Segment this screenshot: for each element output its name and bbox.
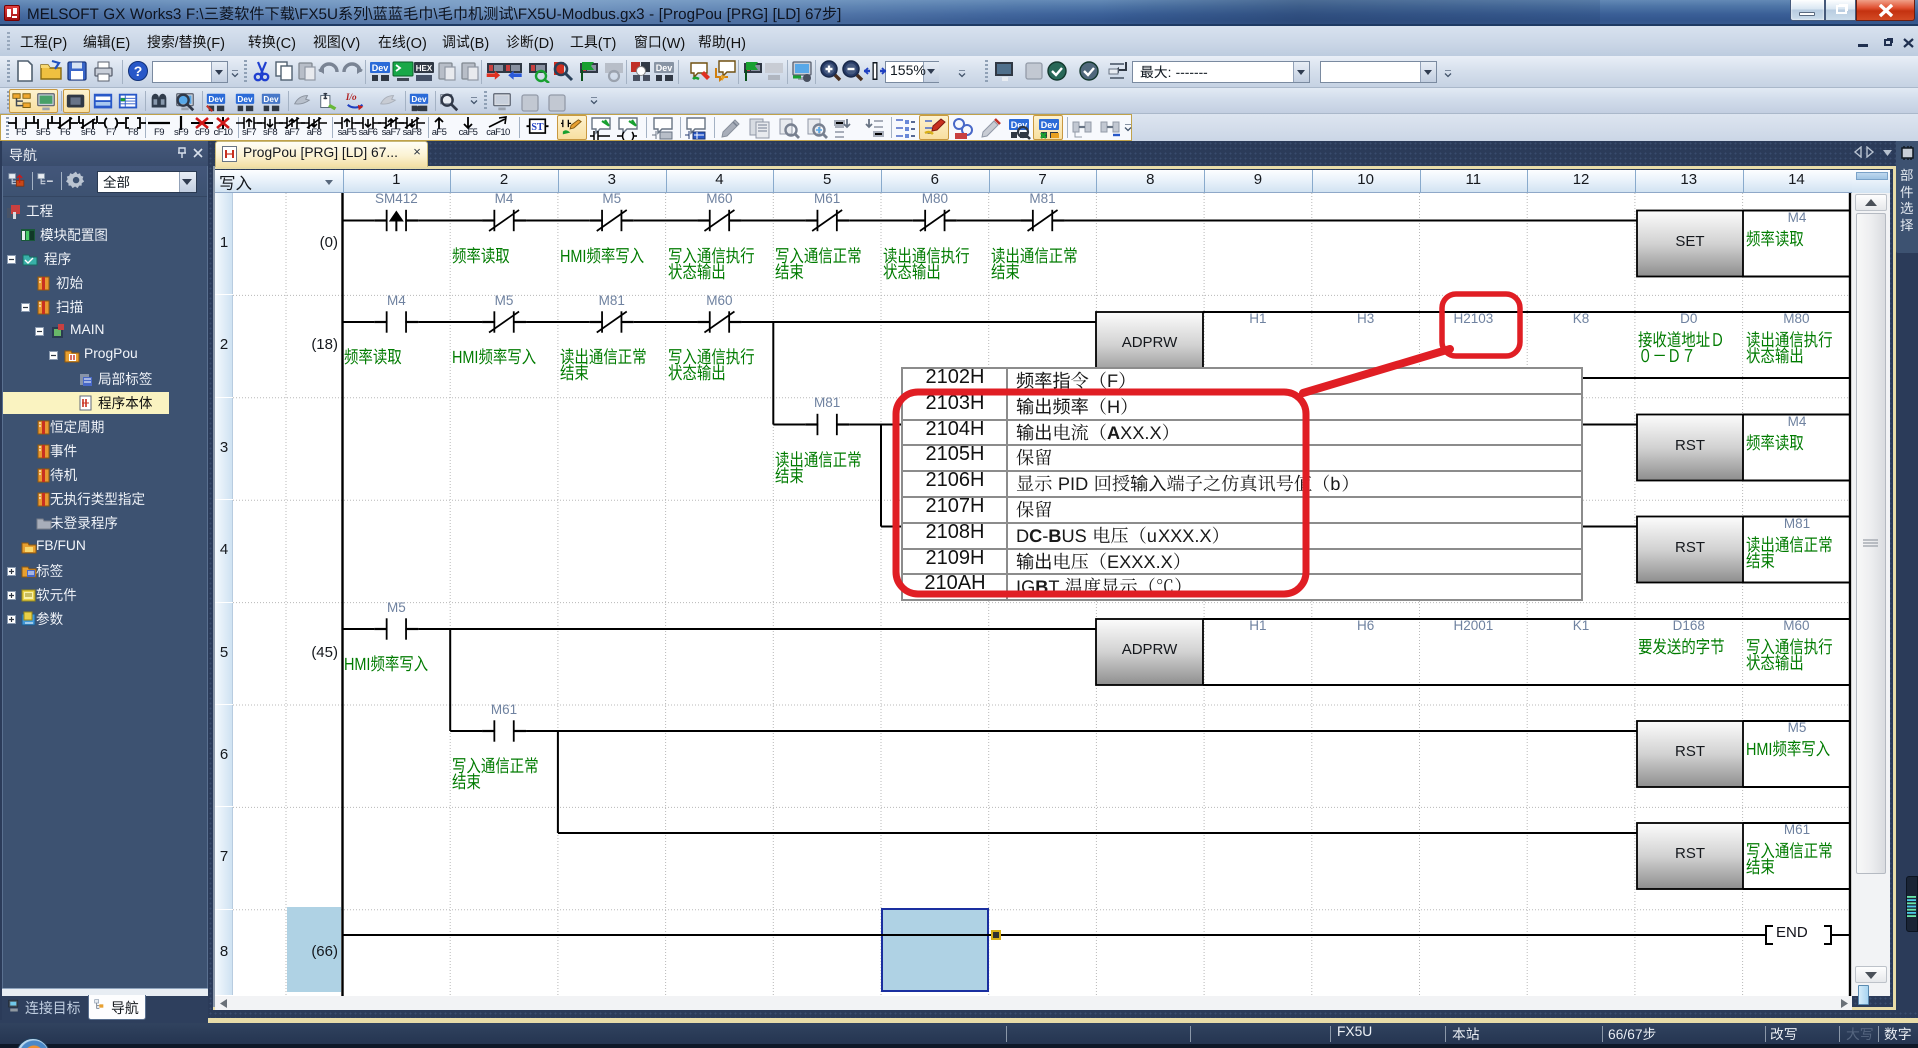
svg-text:Dev: Dev	[372, 63, 389, 73]
svg-text:HEX: HEX	[416, 64, 433, 73]
svg-text:Dev: Dev	[263, 95, 279, 104]
svg-text:I/o: I/o	[345, 92, 357, 102]
svg-text:Dev: Dev	[1041, 120, 1058, 130]
svg-text:Dev: Dev	[208, 95, 224, 104]
svg-text:?: ?	[134, 63, 143, 79]
svg-text:Dev: Dev	[411, 95, 427, 104]
svg-text:Dev: Dev	[656, 63, 673, 73]
svg-text:Dev: Dev	[237, 95, 253, 104]
svg-text:ST: ST	[531, 122, 544, 133]
